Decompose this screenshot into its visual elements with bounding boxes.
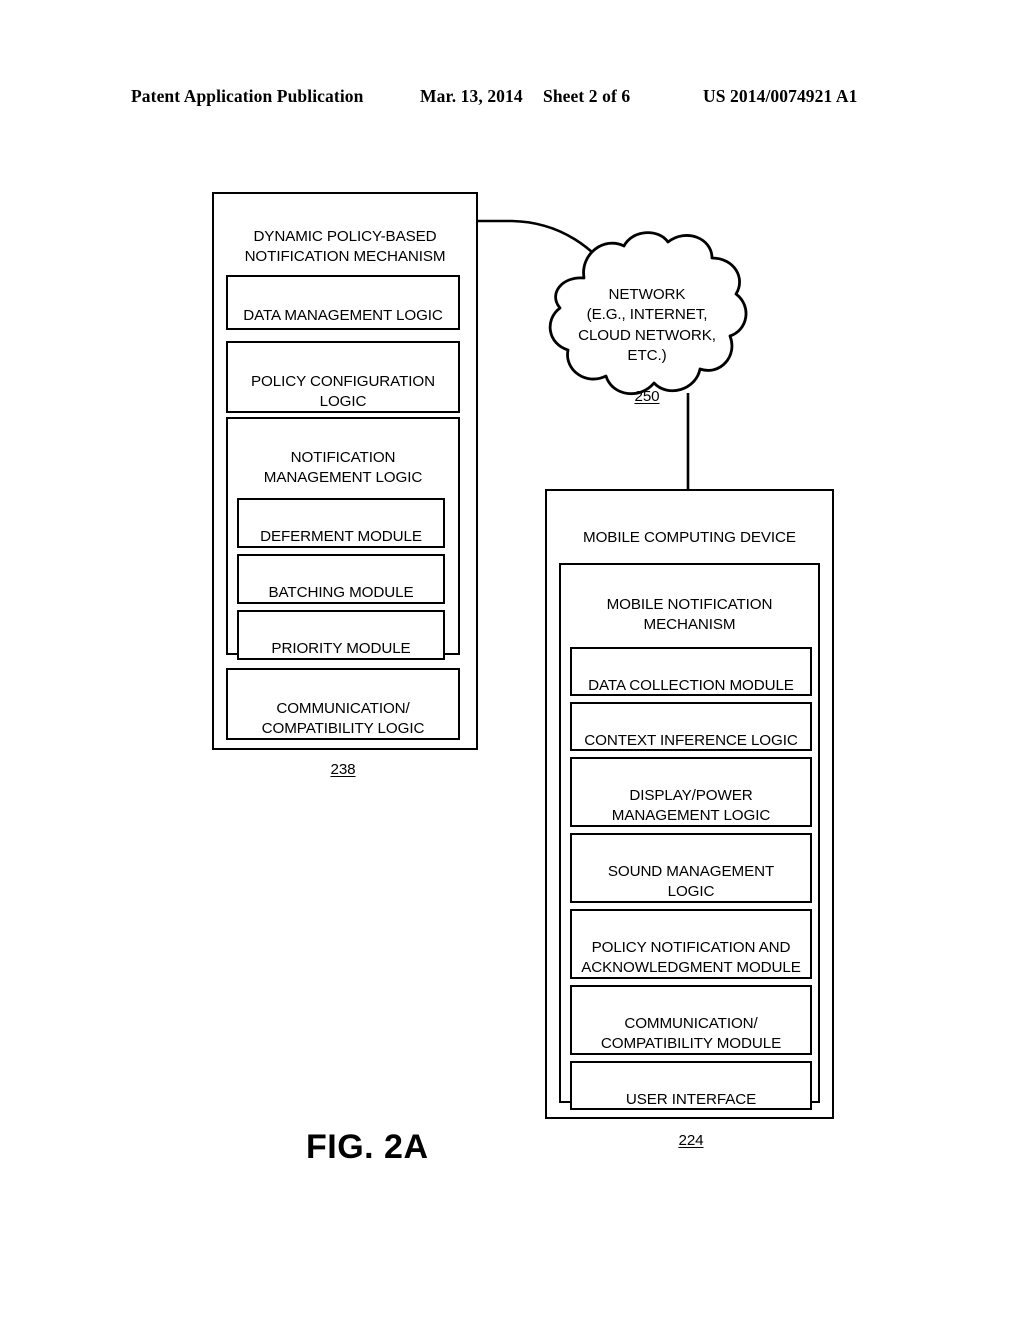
network-cloud-title: NETWORK (E.G., INTERNET, CLOUD NETWORK, … <box>578 285 716 365</box>
module-label: COMMUNICATION/ COMPATIBILITY LOGIC 238 <box>228 678 458 781</box>
submodule-priority-module[interactable]: PRIORITY MODULE 246 <box>237 610 445 698</box>
module-label: USER INTERFACE 224 <box>572 1069 810 1151</box>
module-title: POLICY NOTIFICATION AND ACKNOWLEDGMENT M… <box>581 938 801 977</box>
module-data-collection-module[interactable]: DATA COLLECTION MODULE 212 <box>570 647 812 735</box>
page-header: Patent Application Publication Mar. 13, … <box>131 86 893 110</box>
module-display-power-management-logic[interactable]: DISPLAY/POWER MANAGEMENT LOGIC 216 <box>570 757 812 865</box>
module-data-management-logic[interactable]: DATA MANAGEMENT LOGIC 232 <box>226 275 460 365</box>
network-cloud: NETWORK (E.G., INTERNET, CLOUD NETWORK, … <box>540 226 754 405</box>
header-sheet-label: Sheet 2 of 6 <box>543 86 631 106</box>
module-title: COMMUNICATION/ COMPATIBILITY LOGIC <box>261 699 425 738</box>
module-policy-notification-acknowledgment-module[interactable]: POLICY NOTIFICATION AND ACKNOWLEDGMENT M… <box>570 909 812 1017</box>
module-title: SOUND MANAGEMENT LOGIC <box>607 862 775 901</box>
module-ref: 238 <box>330 761 356 778</box>
header-publication-label: Patent Application Publication <box>131 86 364 106</box>
group-title-text: MOBILE NOTIFICATION MECHANISM <box>606 595 773 634</box>
submodule-deferment-module[interactable]: DEFERMENT MODULE 242 <box>237 498 445 586</box>
module-context-inference-logic[interactable]: CONTEXT INFERENCE LOGIC 214 <box>570 702 812 790</box>
submodule-title: PRIORITY MODULE <box>271 639 411 657</box>
network-cloud-label: NETWORK (E.G., INTERNET, CLOUD NETWORK, … <box>540 264 754 408</box>
figure-caption: FIG. 2A <box>306 1128 429 1166</box>
group-mobile-notification-mechanism: MOBILE NOTIFICATION MECHANISM 210 DATA C… <box>559 563 820 1149</box>
mobile-block: MOBILE COMPUTING DEVICE 200 MOBILE NOTIF… <box>545 489 834 1149</box>
submodule-batching-module[interactable]: BATCHING MODULE 244 <box>237 554 445 642</box>
connector-lines <box>478 219 690 490</box>
mobile-block-title-text: MOBILE COMPUTING DEVICE <box>583 528 796 546</box>
module-title: USER INTERFACE <box>625 1090 757 1108</box>
module-ref: 224 <box>678 1131 704 1149</box>
group-notification-management-logic: NOTIFICATION MANAGEMENT LOGIC 236 DEFERM… <box>226 417 460 698</box>
module-title: COMMUNICATION/ COMPATIBILITY MODULE <box>600 1014 782 1053</box>
module-title: POLICY CONFIGURATION LOGIC <box>251 372 435 411</box>
submodule-title: DEFERMENT MODULE <box>260 527 422 545</box>
module-user-interface[interactable]: USER INTERFACE 224 <box>570 1061 812 1149</box>
module-communication-compatibility-logic[interactable]: COMMUNICATION/ COMPATIBILITY LOGIC 238 <box>226 668 460 778</box>
group-title-text: NOTIFICATION MANAGEMENT LOGIC <box>263 448 423 487</box>
header-date-label: Mar. 13, 2014 <box>420 86 523 106</box>
network-cloud-ref: 250 <box>634 388 660 405</box>
server-block: DYNAMIC POLICY-BASED NOTIFICATION MECHAN… <box>212 192 478 778</box>
module-title: DATA MANAGEMENT LOGIC <box>243 306 443 324</box>
module-sound-management-logic[interactable]: SOUND MANAGEMENT LOGIC 218 <box>570 833 812 941</box>
submodule-title: BATCHING MODULE <box>268 583 414 601</box>
server-block-title-text: DYNAMIC POLICY-BASED NOTIFICATION MECHAN… <box>244 227 446 266</box>
module-title: CONTEXT INFERENCE LOGIC <box>584 731 798 749</box>
module-communication-compatibility-module[interactable]: COMMUNICATION/ COMPATIBILITY MODULE 222 <box>570 985 812 1093</box>
module-title: DISPLAY/POWER MANAGEMENT LOGIC <box>611 786 771 825</box>
module-policy-configuration-logic[interactable]: POLICY CONFIGURATION LOGIC 234 <box>226 341 460 451</box>
module-title: DATA COLLECTION MODULE <box>588 676 794 694</box>
header-patent-number: US 2014/0074921 A1 <box>703 86 858 106</box>
